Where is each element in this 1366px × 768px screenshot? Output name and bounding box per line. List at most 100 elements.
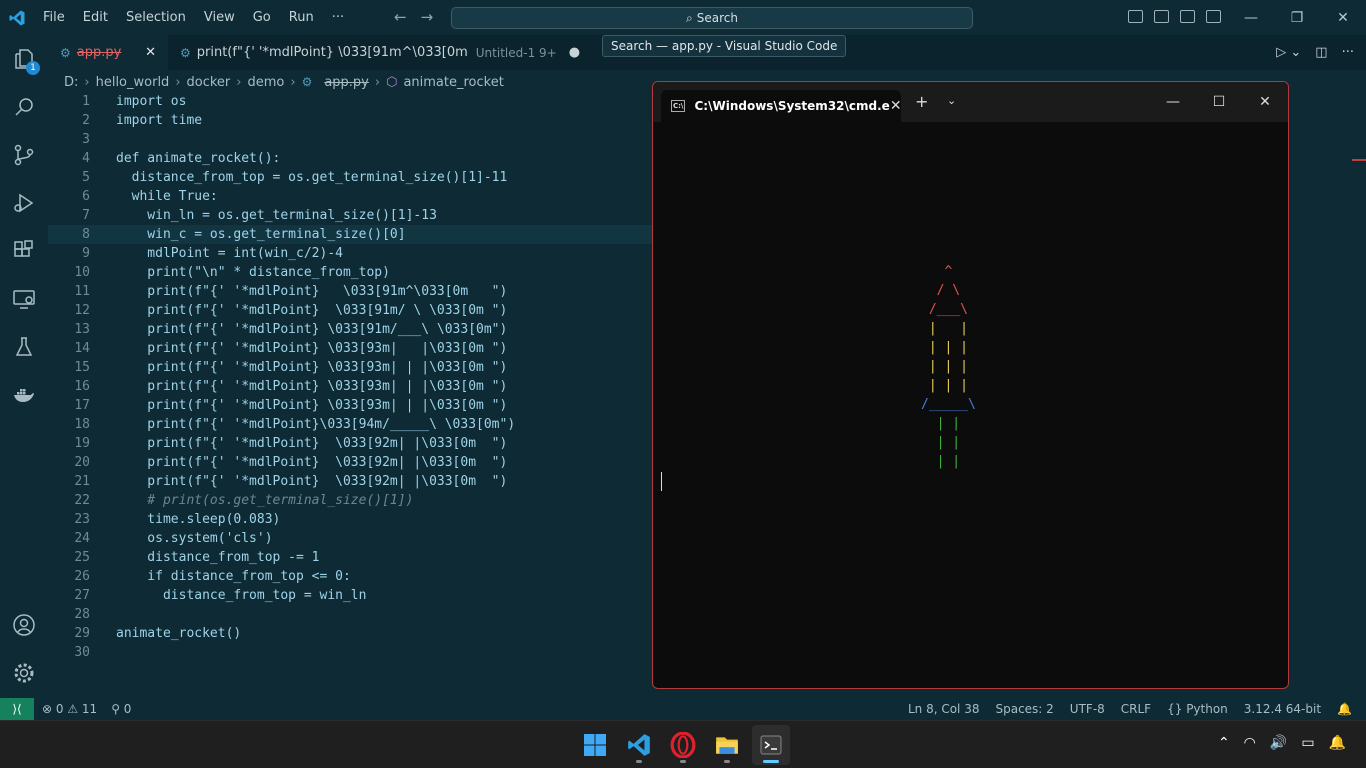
back-arrow-icon[interactable]: ← <box>394 8 407 26</box>
code-line[interactable]: 18 print(f"{' '*mdlPoint}\033[94m/_____\… <box>48 415 652 434</box>
remote-explorer-icon[interactable] <box>0 275 48 323</box>
breadcrumb-item[interactable]: app.py <box>324 75 369 90</box>
unsaved-dot-icon[interactable]: ● <box>569 45 580 60</box>
wifi-icon[interactable]: ◠ <box>1244 735 1256 751</box>
code-line[interactable]: 16 print(f"{' '*mdlPoint} \033[93m| | |\… <box>48 377 652 396</box>
encoding[interactable]: UTF-8 <box>1070 702 1105 716</box>
code-line[interactable]: 14 print(f"{' '*mdlPoint} \033[93m| |\03… <box>48 339 652 358</box>
taskbar-file-explorer-icon[interactable] <box>708 725 746 765</box>
close-terminal-tab-icon[interactable]: ✕ <box>890 98 902 114</box>
start-button-icon[interactable] <box>576 725 614 765</box>
battery-icon[interactable]: ▭ <box>1301 735 1314 751</box>
code-line[interactable]: 13 print(f"{' '*mdlPoint} \033[91m/___\ … <box>48 320 652 339</box>
notification-icon[interactable]: 🔔 <box>1329 735 1346 751</box>
code-line[interactable]: 9 mdlPoint = int(win_c/2)-4 <box>48 244 652 263</box>
code-line[interactable]: 4 def animate_rocket(): <box>48 149 652 168</box>
accounts-icon[interactable] <box>0 601 48 649</box>
command-center-search[interactable]: ⌕ Search <box>451 7 973 29</box>
breadcrumb-item[interactable]: docker <box>187 75 231 90</box>
line-number: 16 <box>74 379 90 394</box>
menu-item-view[interactable]: View <box>195 0 244 35</box>
run-python-file-icon[interactable]: ▷ ⌄ <box>1276 45 1301 60</box>
volume-icon[interactable]: 🔊 <box>1270 735 1287 751</box>
code-line[interactable]: 19 print(f"{' '*mdlPoint} \033[92m| |\03… <box>48 434 652 453</box>
tab-dropdown-icon[interactable]: ⌄ <box>947 94 956 107</box>
code-editor[interactable]: 1 import os 2 import time 3 4 def animate_rock… <box>48 92 652 698</box>
code-line[interactable]: 24 os.system('cls') <box>48 529 652 548</box>
close-icon[interactable]: ✕ <box>1320 10 1366 26</box>
terminal-close-icon[interactable]: ✕ <box>1242 82 1288 122</box>
terminal-minimize-icon[interactable]: — <box>1150 82 1196 122</box>
code-line[interactable]: 10 print("\n" * distance_from_top) <box>48 263 652 282</box>
code-line[interactable]: 12 print(f"{' '*mdlPoint} \033[91m/ \ \0… <box>48 301 652 320</box>
ports-indicator[interactable]: ⚲ 0 <box>111 702 131 716</box>
code-line[interactable]: 11 print(f"{' '*mdlPoint} \033[91m^\033[… <box>48 282 652 301</box>
code-line[interactable]: 2 import time <box>48 111 652 130</box>
code-line[interactable]: 25 distance_from_top -= 1 <box>48 548 652 567</box>
menu-item-go[interactable]: Go <box>244 0 280 35</box>
customize-layout-icon[interactable] <box>1206 10 1221 23</box>
code-line[interactable]: 3 <box>48 130 652 149</box>
menu-item-run[interactable]: Run <box>280 0 323 35</box>
toggle-secondary-sidebar-icon[interactable] <box>1180 10 1195 23</box>
code-line[interactable]: 7 win_ln = os.get_terminal_size()[1]-13 <box>48 206 652 225</box>
show-hidden-icons-chevron-icon[interactable]: ⌃ <box>1218 735 1230 751</box>
taskbar-terminal-icon[interactable] <box>752 725 790 765</box>
line-number: 2 <box>82 113 90 128</box>
breadcrumb-item[interactable]: hello_world <box>96 75 170 90</box>
code-line[interactable]: 1 import os <box>48 92 652 111</box>
terminal-maximize-icon[interactable]: ☐ <box>1196 82 1242 122</box>
code-line[interactable]: 20 print(f"{' '*mdlPoint} \033[92m| |\03… <box>48 453 652 472</box>
code-line[interactable]: 29 animate_rocket() <box>48 624 652 643</box>
search-activity-icon[interactable] <box>0 83 48 131</box>
menu-item-selection[interactable]: Selection <box>117 0 195 35</box>
code-line[interactable]: 6 while True: <box>48 187 652 206</box>
run-debug-icon[interactable] <box>0 179 48 227</box>
breadcrumb-item[interactable]: demo <box>247 75 284 90</box>
code-line[interactable]: 27 distance_from_top = win_ln <box>48 586 652 605</box>
forward-arrow-icon[interactable]: → <box>421 8 434 26</box>
toggle-panel-icon[interactable] <box>1154 10 1169 23</box>
indentation[interactable]: Spaces: 2 <box>995 702 1053 716</box>
source-control-icon[interactable] <box>0 131 48 179</box>
tab-app-py[interactable]: ⚙ app.py ✕ <box>48 35 168 70</box>
docker-icon[interactable] <box>0 371 48 419</box>
menu-item-edit[interactable]: Edit <box>74 0 117 35</box>
toggle-sidebar-icon[interactable] <box>1128 10 1143 23</box>
explorer-icon[interactable]: 1 <box>0 35 48 83</box>
code-line[interactable]: 28 <box>48 605 652 624</box>
taskbar-opera-icon[interactable] <box>664 725 702 765</box>
testing-icon[interactable] <box>0 323 48 371</box>
notifications-bell-icon[interactable]: 🔔 <box>1337 702 1352 716</box>
line-ending[interactable]: CRLF <box>1121 702 1151 716</box>
split-editor-icon[interactable]: ◫ <box>1315 45 1327 60</box>
more-actions-icon[interactable]: ··· <box>1342 45 1354 60</box>
cursor-position[interactable]: Ln 8, Col 38 <box>908 702 980 716</box>
language-mode[interactable]: {} Python <box>1167 702 1228 716</box>
menu-item-more[interactable]: ··· <box>323 0 353 35</box>
terminal-tab[interactable]: C:\ C:\Windows\System32\cmd.e ✕ <box>661 90 902 122</box>
python-interpreter[interactable]: 3.12.4 64-bit <box>1244 702 1321 716</box>
new-tab-icon[interactable]: + <box>915 92 928 111</box>
breadcrumb-item[interactable]: D: <box>64 75 78 90</box>
remote-indicator-icon[interactable]: ⟩⟨ <box>0 698 34 720</box>
code-line[interactable]: 21 print(f"{' '*mdlPoint} \033[92m| |\03… <box>48 472 652 491</box>
code-line[interactable]: 26 if distance_from_top <= 0: <box>48 567 652 586</box>
menu-item-file[interactable]: File <box>34 0 74 35</box>
code-line[interactable]: 30 <box>48 643 652 662</box>
manage-gear-icon[interactable] <box>0 649 48 697</box>
code-line[interactable]: 17 print(f"{' '*mdlPoint} \033[93m| | |\… <box>48 396 652 415</box>
code-line[interactable]: 8 win_c = os.get_terminal_size()[0] <box>48 225 652 244</box>
code-line[interactable]: 22 # print(os.get_terminal_size()[1]) <box>48 491 652 510</box>
problems-indicator[interactable]: ⊗ 0 ⚠ 11 <box>42 702 97 716</box>
code-line[interactable]: 5 distance_from_top = os.get_terminal_si… <box>48 168 652 187</box>
restore-icon[interactable]: ❐ <box>1274 10 1320 26</box>
breadcrumb-item[interactable]: animate_rocket <box>403 75 503 90</box>
minimize-icon[interactable]: — <box>1228 10 1274 26</box>
close-tab-icon[interactable]: ✕ <box>145 45 156 60</box>
extensions-icon[interactable] <box>0 227 48 275</box>
tab-untitled-1[interactable]: ⚙ print(f"{' '*mdlPoint} \033[91m^\033[0… <box>168 35 592 70</box>
code-line[interactable]: 23 time.sleep(0.083) <box>48 510 652 529</box>
taskbar-vscode-icon[interactable] <box>620 725 658 765</box>
code-line[interactable]: 15 print(f"{' '*mdlPoint} \033[93m| | |\… <box>48 358 652 377</box>
